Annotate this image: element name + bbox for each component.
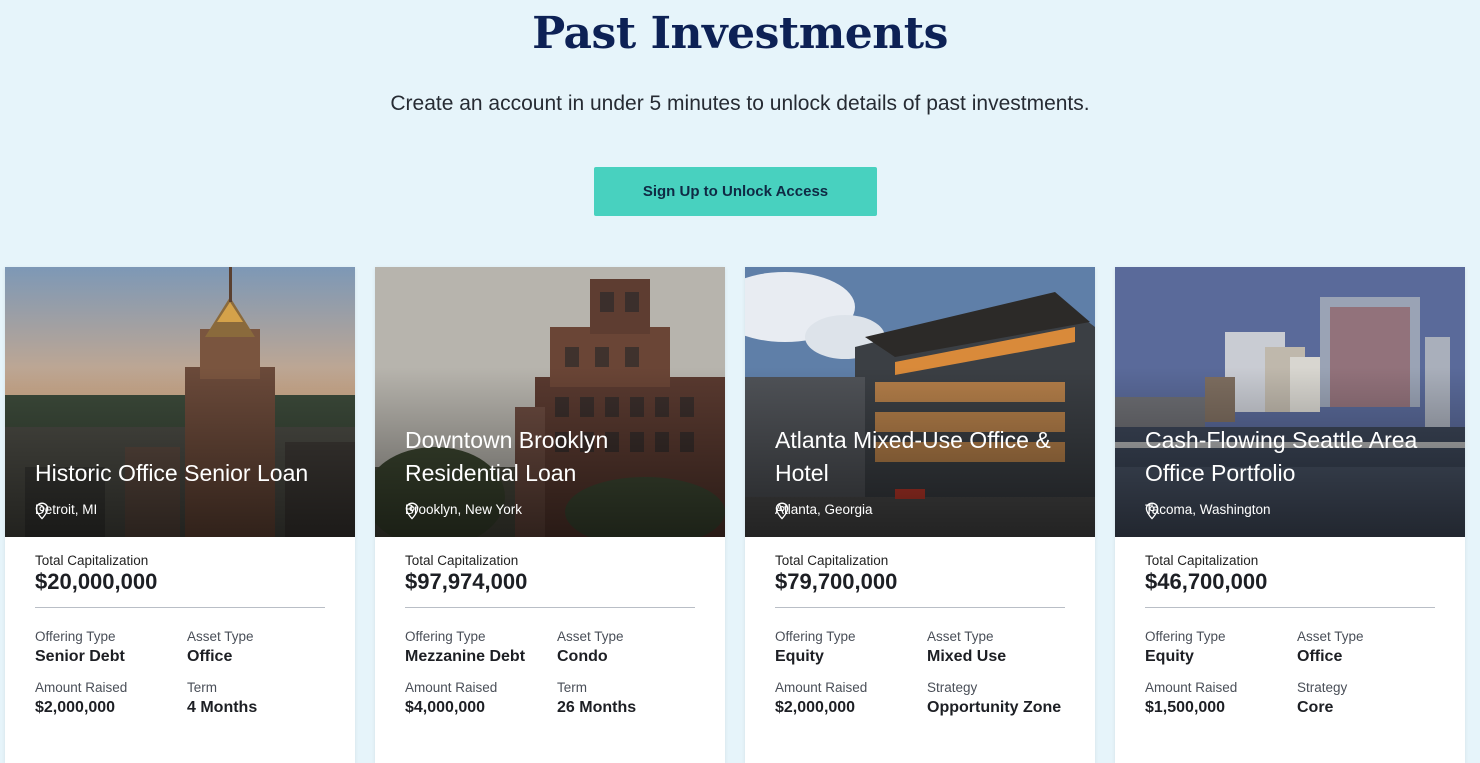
card-location: Tacoma, Washington [1145, 502, 1271, 520]
amount-raised-value: $1,500,000 [1145, 699, 1226, 716]
divider [775, 607, 1065, 608]
total-cap-value: $97,974,000 [405, 569, 528, 594]
term-label: Term [557, 680, 587, 695]
offering-type-value: Equity [1145, 648, 1194, 665]
map-pin-icon [35, 502, 49, 520]
investment-card[interactable]: Historic Office Senior Loan Detroit, MI … [5, 267, 355, 763]
offering-type-label: Offering Type [35, 629, 116, 644]
amount-raised-label: Amount Raised [405, 680, 498, 695]
total-cap-value: $79,700,000 [775, 569, 898, 594]
term-value: 26 Months [557, 699, 637, 716]
page-subtitle: Create an account in under 5 minutes to … [390, 92, 1090, 115]
offering-type-label: Offering Type [405, 629, 486, 644]
card-title: Cash-Flowing Seattle Area Office Portfol… [1145, 427, 1418, 486]
investment-card[interactable]: Atlanta Mixed-Use Office & Hotel Atlanta… [745, 267, 1095, 763]
amount-raised-value: $4,000,000 [405, 699, 486, 716]
asset-type-label: Asset Type [1297, 629, 1364, 644]
location-text: Tacoma, Washington [1145, 502, 1271, 517]
strategy-label: Strategy [927, 680, 978, 695]
property-photo: Downtown Brooklyn Residential Loan Brook… [375, 267, 725, 537]
strategy-value: Core [1297, 699, 1334, 716]
asset-type-label: Asset Type [927, 629, 994, 644]
card-title: Downtown Brooklyn Residential Loan [405, 427, 609, 486]
map-pin-icon [1145, 502, 1159, 520]
amount-raised-value: $2,000,000 [35, 699, 116, 716]
total-cap-value: $20,000,000 [35, 569, 158, 594]
total-cap-value: $46,700,000 [1145, 569, 1268, 594]
strategy-value: Opportunity Zone [927, 699, 1062, 716]
asset-type-value: Office [187, 648, 233, 665]
strategy-label: Strategy [1297, 680, 1348, 695]
total-cap-label: Total Capitalization [1145, 553, 1259, 568]
divider [1145, 607, 1435, 608]
offering-type-label: Offering Type [775, 629, 856, 644]
offering-type-label: Offering Type [1145, 629, 1226, 644]
asset-type-value: Office [1297, 648, 1343, 665]
divider [35, 607, 325, 608]
card-location: Detroit, MI [35, 502, 97, 520]
offering-type-value: Equity [775, 648, 824, 665]
amount-raised-label: Amount Raised [1145, 680, 1238, 695]
location-text: Atlanta, Georgia [775, 502, 873, 517]
total-cap-label: Total Capitalization [405, 553, 519, 568]
total-cap-label: Total Capitalization [775, 553, 889, 568]
card-title: Atlanta Mixed-Use Office & Hotel [775, 427, 1051, 486]
page-title: Past Investments [532, 8, 948, 59]
divider [405, 607, 695, 608]
map-pin-icon [775, 502, 789, 520]
property-photo: Historic Office Senior Loan Detroit, MI [5, 267, 355, 537]
map-pin-icon [405, 502, 419, 520]
amount-raised-value: $2,000,000 [775, 699, 856, 716]
location-text: Brooklyn, New York [405, 502, 523, 517]
offering-type-value: Mezzanine Debt [405, 648, 526, 665]
card-title: Historic Office Senior Loan [35, 460, 309, 486]
investment-card[interactable]: Cash-Flowing Seattle Area Office Portfol… [1115, 267, 1465, 763]
asset-type-label: Asset Type [557, 629, 624, 644]
amount-raised-label: Amount Raised [35, 680, 128, 695]
total-cap-label: Total Capitalization [35, 553, 149, 568]
asset-type-value: Mixed Use [927, 648, 1007, 665]
term-value: 4 Months [187, 699, 258, 716]
sign-up-button[interactable]: Sign Up to Unlock Access [594, 167, 877, 216]
asset-type-label: Asset Type [187, 629, 254, 644]
amount-raised-label: Amount Raised [775, 680, 868, 695]
property-photo: Atlanta Mixed-Use Office & Hotel Atlanta… [745, 267, 1095, 537]
investment-card[interactable]: Downtown Brooklyn Residential Loan Brook… [375, 267, 725, 763]
card-location: Brooklyn, New York [405, 502, 523, 520]
asset-type-value: Condo [557, 648, 608, 665]
card-location: Atlanta, Georgia [775, 502, 873, 520]
term-label: Term [187, 680, 217, 695]
property-photo: Cash-Flowing Seattle Area Office Portfol… [1115, 267, 1465, 537]
offering-type-value: Senior Debt [35, 648, 125, 665]
